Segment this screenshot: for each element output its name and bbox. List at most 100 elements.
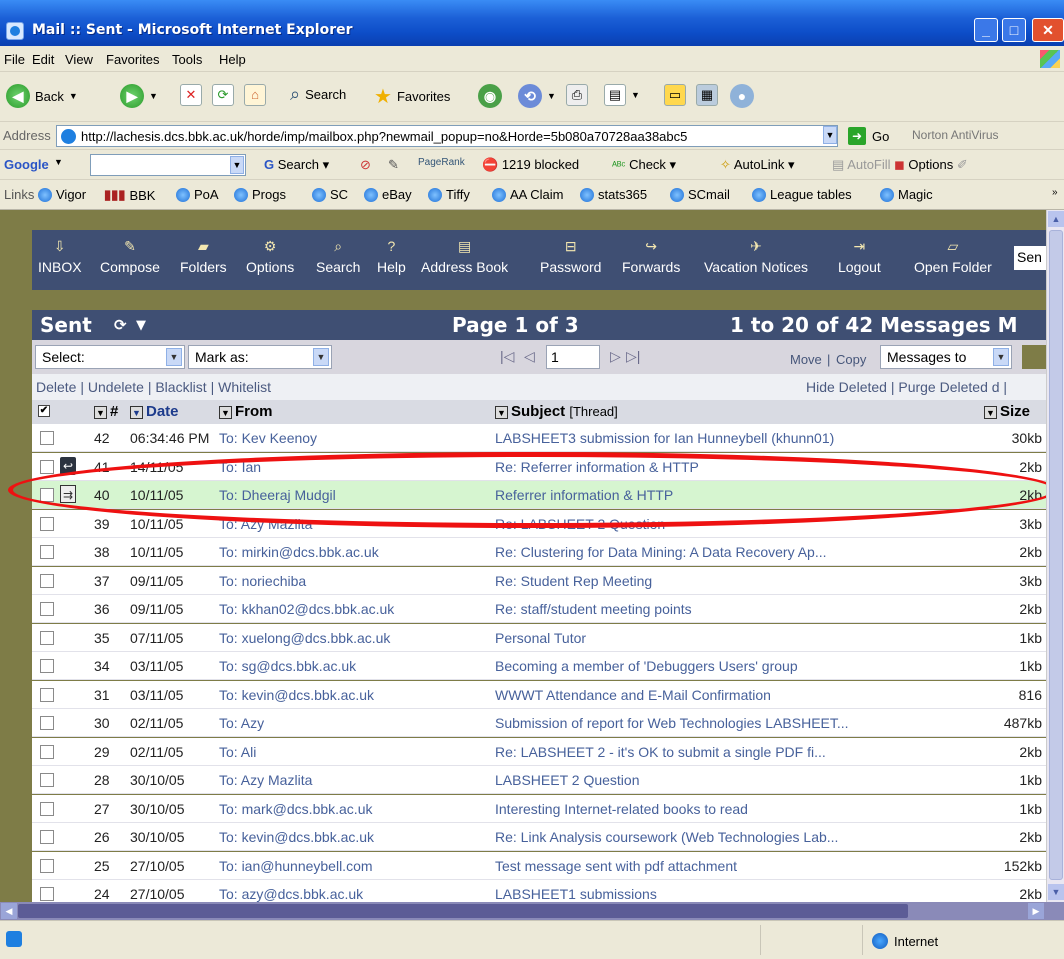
message-from[interactable]: To: noriechiba bbox=[219, 573, 489, 589]
message-from[interactable]: To: Ali bbox=[219, 744, 489, 760]
message-subject[interactable]: Referrer information & HTTP bbox=[495, 487, 935, 503]
row-checkbox[interactable] bbox=[40, 773, 54, 787]
row-checkbox[interactable] bbox=[40, 745, 54, 759]
subject-column-header[interactable]: ▼ Subject [Thread] bbox=[495, 403, 618, 420]
prev-page-icon[interactable]: ◁ bbox=[524, 348, 535, 365]
message-subject[interactable]: WWWT Attendance and E-Mail Confirmation bbox=[495, 687, 935, 703]
minimize-button[interactable]: _ bbox=[974, 18, 998, 42]
message-subject[interactable]: Becoming a member of 'Debuggers Users' g… bbox=[495, 658, 935, 674]
scroll-right-icon[interactable]: ▶ bbox=[1028, 903, 1044, 919]
print-button[interactable]: ⎙ bbox=[566, 84, 588, 106]
google-news-icon[interactable]: ⊘ bbox=[360, 157, 371, 173]
spell-check-button[interactable]: ᴬᴮᶜ Check ▾ bbox=[612, 157, 676, 173]
row-checkbox[interactable] bbox=[40, 631, 54, 645]
row-checkbox[interactable] bbox=[40, 431, 54, 445]
nav-search[interactable]: ⌕ Search bbox=[316, 238, 360, 275]
nav-inbox[interactable]: ⇩ INBOX bbox=[38, 238, 82, 275]
row-checkbox[interactable] bbox=[40, 688, 54, 702]
first-page-icon[interactable]: |◁ bbox=[500, 348, 514, 365]
message-subject[interactable]: LABSHEET1 submissions bbox=[495, 886, 935, 902]
message-subject[interactable]: Re: LABSHEET 2 Question bbox=[495, 516, 935, 532]
rss-icon[interactable]: ✎ bbox=[388, 157, 399, 173]
table-row[interactable]: 34 03/11/05 To: sg@dcs.bbk.ac.uk Becoming a… bbox=[32, 652, 1046, 680]
table-row[interactable]: ↩ 41 14/11/05 To: Ian Re: Referrer informati… bbox=[32, 453, 1046, 481]
link-poa[interactable]: PoA bbox=[176, 187, 219, 202]
row-checkbox[interactable] bbox=[40, 574, 54, 588]
link-progs[interactable]: Progs bbox=[234, 187, 286, 202]
go-button[interactable]: ➜ Go bbox=[848, 127, 889, 145]
message-subject[interactable]: Personal Tutor bbox=[495, 630, 935, 646]
row-checkbox[interactable] bbox=[40, 460, 54, 474]
link-sc[interactable]: SC bbox=[312, 187, 348, 202]
menu-view[interactable]: View bbox=[65, 52, 93, 67]
link-bbk[interactable]: ▮▮▮ BBK bbox=[104, 187, 155, 203]
link-stats365[interactable]: stats365 bbox=[580, 187, 647, 202]
links-overflow-icon[interactable]: » bbox=[1052, 187, 1058, 198]
select-dropdown[interactable]: Select: ▼ bbox=[35, 345, 185, 369]
row-checkbox[interactable] bbox=[40, 659, 54, 673]
scroll-down-icon[interactable]: ▼ bbox=[1048, 884, 1064, 900]
message-from[interactable]: To: azy@dcs.bbk.ac.uk bbox=[219, 886, 489, 902]
home-button[interactable]: ⌂ bbox=[244, 84, 266, 106]
size-column-header[interactable]: ▼ Size bbox=[984, 403, 1030, 420]
messenger-button[interactable]: ● bbox=[730, 84, 754, 108]
select-all-checkbox[interactable]: ✔ bbox=[38, 405, 50, 417]
link-scmail[interactable]: SCmail bbox=[670, 187, 730, 202]
message-subject[interactable]: Re: Student Rep Meeting bbox=[495, 573, 935, 589]
autofill-button[interactable]: ▤ AutoFill bbox=[832, 157, 891, 173]
messages-to-dropdown[interactable]: Messages to ▼ bbox=[880, 345, 1012, 369]
table-row[interactable]: 36 09/11/05 To: kkhan02@dcs.bbk.ac.uk Re: s… bbox=[32, 595, 1046, 623]
back-button[interactable]: ◀ Back ▼ bbox=[6, 84, 78, 108]
table-row[interactable]: 24 27/10/05 To: azy@dcs.bbk.ac.uk LABSHEET1… bbox=[32, 880, 1046, 902]
row-checkbox[interactable] bbox=[40, 887, 54, 901]
google-search-button[interactable]: G Search ▾ bbox=[264, 157, 329, 173]
message-from[interactable]: To: Kev Keenoy bbox=[219, 430, 489, 446]
edit-button[interactable]: ▤ ▼ bbox=[604, 84, 640, 106]
next-page-icon[interactable]: ▷ bbox=[610, 348, 621, 365]
options-button[interactable]: ◼ Options ✐ bbox=[894, 157, 968, 173]
table-row[interactable]: 26 30/10/05 To: kevin@dcs.bbk.ac.uk Re: Lin… bbox=[32, 823, 1046, 851]
menu-help[interactable]: Help bbox=[219, 52, 246, 67]
nav-folders[interactable]: ▰ Folders bbox=[180, 238, 227, 275]
row-checkbox[interactable] bbox=[40, 517, 54, 531]
message-from[interactable]: To: Azy bbox=[219, 715, 489, 731]
horizontal-scrollbar[interactable]: ◀ ▶ bbox=[0, 902, 1064, 920]
row-checkbox[interactable] bbox=[40, 859, 54, 873]
menu-file[interactable]: File bbox=[4, 52, 25, 67]
nav-address-book[interactable]: ▤ Address Book bbox=[421, 238, 508, 275]
last-page-icon[interactable]: ▷| bbox=[626, 348, 640, 365]
nav-logout[interactable]: ⇥ Logout bbox=[838, 238, 881, 275]
message-subject[interactable]: Interesting Internet-related books to re… bbox=[495, 801, 935, 817]
forward-button[interactable]: ▶ ▼ bbox=[120, 84, 158, 108]
table-row[interactable]: 28 30/10/05 To: Azy Mazlita LABSHEET 2 Ques… bbox=[32, 766, 1046, 794]
refresh-icon[interactable]: ⟳ bbox=[114, 316, 127, 334]
address-input[interactable]: http://lachesis.dcs.bbk.ac.uk/horde/imp/… bbox=[56, 125, 838, 147]
message-subject[interactable]: Re: Referrer information & HTTP bbox=[495, 459, 935, 475]
message-subject[interactable]: Submission of report for Web Technologie… bbox=[495, 715, 935, 731]
link-magic[interactable]: Magic bbox=[880, 187, 933, 202]
menu-edit[interactable]: Edit bbox=[32, 52, 54, 67]
message-from[interactable]: To: kkhan02@dcs.bbk.ac.uk bbox=[219, 601, 489, 617]
row-checkbox[interactable] bbox=[40, 602, 54, 616]
stop-button[interactable]: ✕ bbox=[180, 84, 202, 106]
folder-button[interactable]: ▭ bbox=[664, 84, 686, 106]
table-row[interactable]: ⇉ 40 10/11/05 To: Dheeraj Mudgil Referrer in… bbox=[32, 481, 1046, 509]
scroll-thumb-horizontal[interactable] bbox=[18, 904, 908, 918]
mailbox-actions[interactable]: Delete | Undelete | Blacklist | Whitelis… bbox=[36, 379, 271, 395]
scroll-up-icon[interactable]: ▲ bbox=[1048, 211, 1064, 227]
table-row[interactable]: 35 07/11/05 To: xuelong@dcs.bbk.ac.uk Perso… bbox=[32, 624, 1046, 652]
history-button[interactable]: ⟲ ▼ bbox=[518, 84, 556, 108]
table-row[interactable]: 38 10/11/05 To: mirkin@dcs.bbk.ac.uk Re: Cl… bbox=[32, 538, 1046, 566]
copy-link[interactable]: Copy bbox=[836, 352, 866, 367]
message-from[interactable]: To: ian@hunneybell.com bbox=[219, 858, 489, 874]
table-row[interactable]: 39 10/11/05 To: Azy Mazlita Re: LABSHEET 2 … bbox=[32, 510, 1046, 538]
google-search-dropdown[interactable]: ▼ bbox=[230, 156, 244, 174]
search-button[interactable]: ⌕ Search bbox=[290, 84, 346, 105]
nav-options[interactable]: ⚙ Options bbox=[246, 238, 294, 275]
message-subject[interactable]: LABSHEET 2 Question bbox=[495, 772, 935, 788]
link-league-tables[interactable]: League tables bbox=[752, 187, 852, 202]
message-from[interactable]: To: kevin@dcs.bbk.ac.uk bbox=[219, 829, 489, 845]
link-ebay[interactable]: eBay bbox=[364, 187, 412, 202]
close-button[interactable]: ✕ bbox=[1032, 18, 1064, 42]
table-row[interactable]: 30 02/11/05 To: Azy Submission of report fo… bbox=[32, 709, 1046, 737]
